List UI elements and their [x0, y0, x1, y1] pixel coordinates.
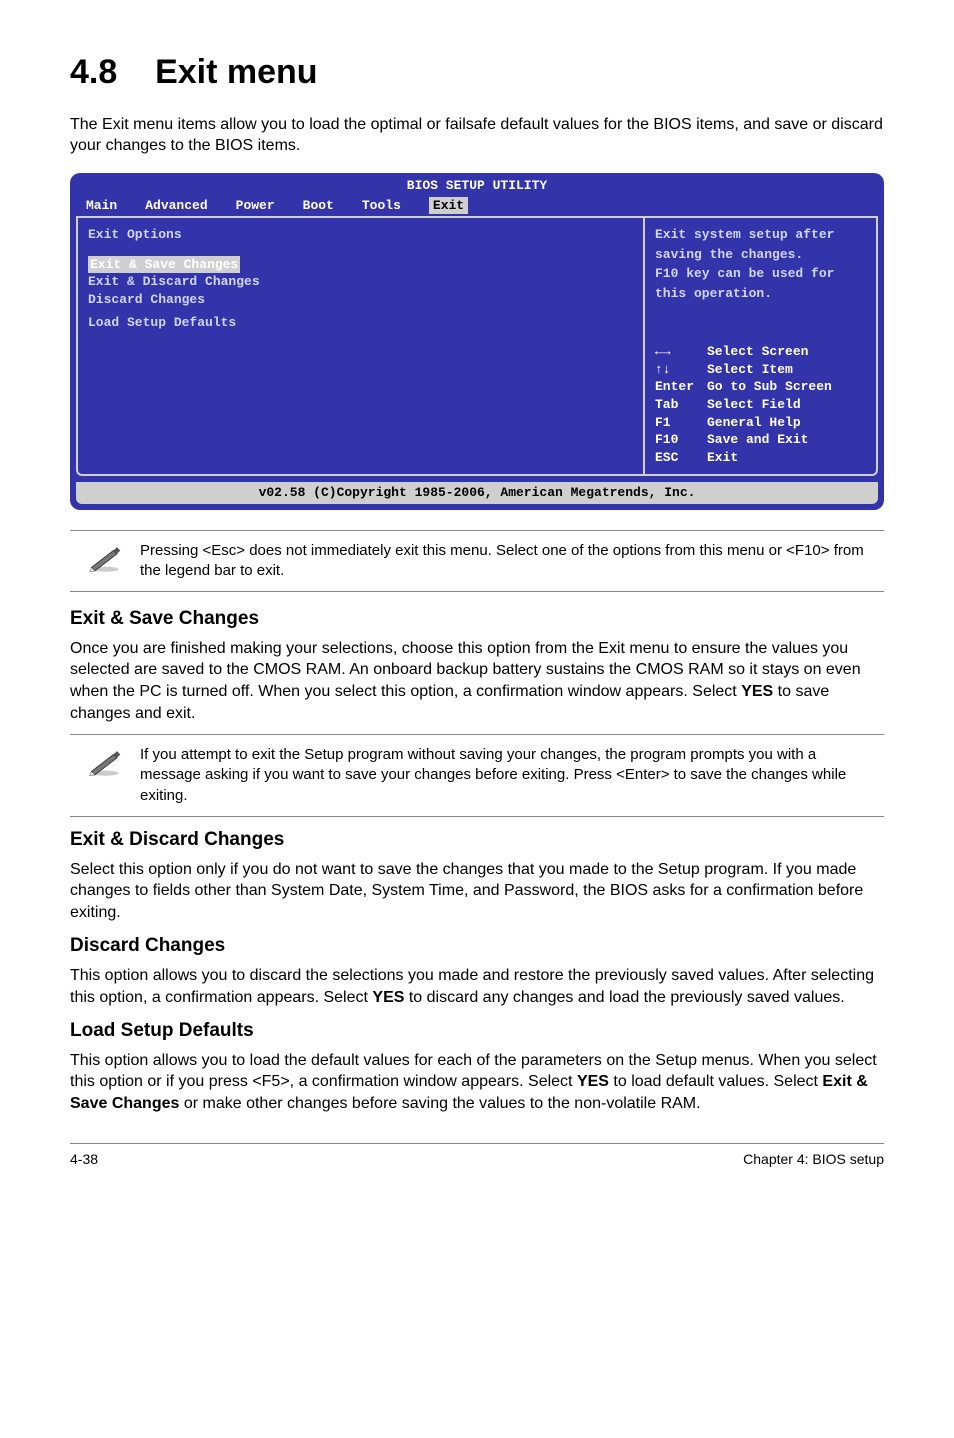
bios-window: BIOS SETUP UTILITY Main Advanced Power B… [70, 173, 884, 510]
bios-copyright: v02.58 (C)Copyright 1985-2006, American … [76, 482, 878, 504]
yes-label: YES [741, 683, 773, 700]
heading-load-defaults: Load Setup Defaults [70, 1018, 884, 1044]
bios-tab-power[interactable]: Power [236, 197, 275, 215]
page-number: 4-38 [70, 1150, 98, 1169]
bios-help-line: this operation. [655, 285, 866, 303]
bios-key-desc: Go to Sub Screen [707, 378, 866, 396]
chapter-label: Chapter 4: BIOS setup [743, 1150, 884, 1169]
para-discard: This option allows you to discard the se… [70, 965, 884, 1008]
bios-item-load-defaults[interactable]: Load Setup Defaults [88, 314, 633, 332]
heading-exit-save: Exit & Save Changes [70, 606, 884, 632]
heading-discard: Discard Changes [70, 933, 884, 959]
bios-key-desc: Save and Exit [707, 431, 866, 449]
bios-item-discard[interactable]: Discard Changes [88, 291, 633, 309]
bios-key: F10 [655, 431, 707, 449]
bios-key-desc: Select Field [707, 396, 866, 414]
bios-key-desc: Exit [707, 449, 866, 467]
para-discard-b: to discard any changes and load the prev… [404, 989, 844, 1006]
bios-key-legend: ←→Select Screen ↑↓Select Item EnterGo to… [655, 343, 866, 466]
bios-key-desc: General Help [707, 414, 866, 432]
note-esc-text: Pressing <Esc> does not immediately exit… [140, 541, 880, 582]
page-footer: 4-38 Chapter 4: BIOS setup [70, 1143, 884, 1169]
bios-key: F1 [655, 414, 707, 432]
bios-key: Tab [655, 396, 707, 414]
para-exit-save: Once you are finished making your select… [70, 638, 884, 724]
bios-item-exit-discard[interactable]: Exit & Discard Changes [88, 273, 633, 291]
yes-label: YES [372, 989, 404, 1006]
note-esc: Pressing <Esc> does not immediately exit… [70, 530, 884, 593]
bios-item-exit-save[interactable]: Exit & Save Changes [88, 256, 240, 274]
bios-left-heading: Exit Options [88, 226, 633, 244]
bios-right-pane: Exit system setup after saving the chang… [643, 216, 878, 476]
para-load-defaults: This option allows you to load the defau… [70, 1050, 884, 1115]
para-load-c: or make other changes before saving the … [179, 1095, 700, 1112]
bios-key-desc: Select Screen [707, 343, 866, 361]
bios-menubar: Main Advanced Power Boot Tools Exit [70, 195, 884, 217]
para-load-b: to load default values. Select [609, 1073, 822, 1090]
intro-paragraph: The Exit menu items allow you to load th… [70, 114, 884, 157]
bios-left-pane: Exit Options Exit & Save Changes Exit & … [76, 216, 643, 476]
section-number: 4.8 [70, 53, 117, 91]
bios-util-title: BIOS SETUP UTILITY [70, 173, 884, 195]
bios-tab-exit[interactable]: Exit [429, 197, 468, 215]
bios-tab-main[interactable]: Main [86, 197, 117, 215]
bios-tab-advanced[interactable]: Advanced [145, 197, 207, 215]
note-saveprompt: If you attempt to exit the Setup program… [70, 734, 884, 817]
yes-label: YES [577, 1073, 609, 1090]
bios-key: ←→ [655, 343, 707, 361]
bios-key: ↑↓ [655, 361, 707, 379]
section-title-text: Exit menu [155, 53, 317, 91]
pencil-icon [88, 749, 122, 777]
section-heading: 4.8 Exit menu [70, 50, 884, 96]
bios-key: Enter [655, 378, 707, 396]
note-saveprompt-text: If you attempt to exit the Setup program… [140, 745, 880, 806]
bios-key-desc: Select Item [707, 361, 866, 379]
bios-help-line: saving the changes. [655, 246, 866, 264]
bios-tab-tools[interactable]: Tools [362, 197, 401, 215]
bios-tab-boot[interactable]: Boot [303, 197, 334, 215]
pencil-icon [88, 545, 122, 573]
para-exit-discard: Select this option only if you do not wa… [70, 859, 884, 924]
heading-exit-discard: Exit & Discard Changes [70, 827, 884, 853]
bios-help-line: F10 key can be used for [655, 265, 866, 283]
bios-key: ESC [655, 449, 707, 467]
bios-help-line: Exit system setup after [655, 226, 866, 244]
bios-help-text: Exit system setup after saving the chang… [655, 226, 866, 304]
